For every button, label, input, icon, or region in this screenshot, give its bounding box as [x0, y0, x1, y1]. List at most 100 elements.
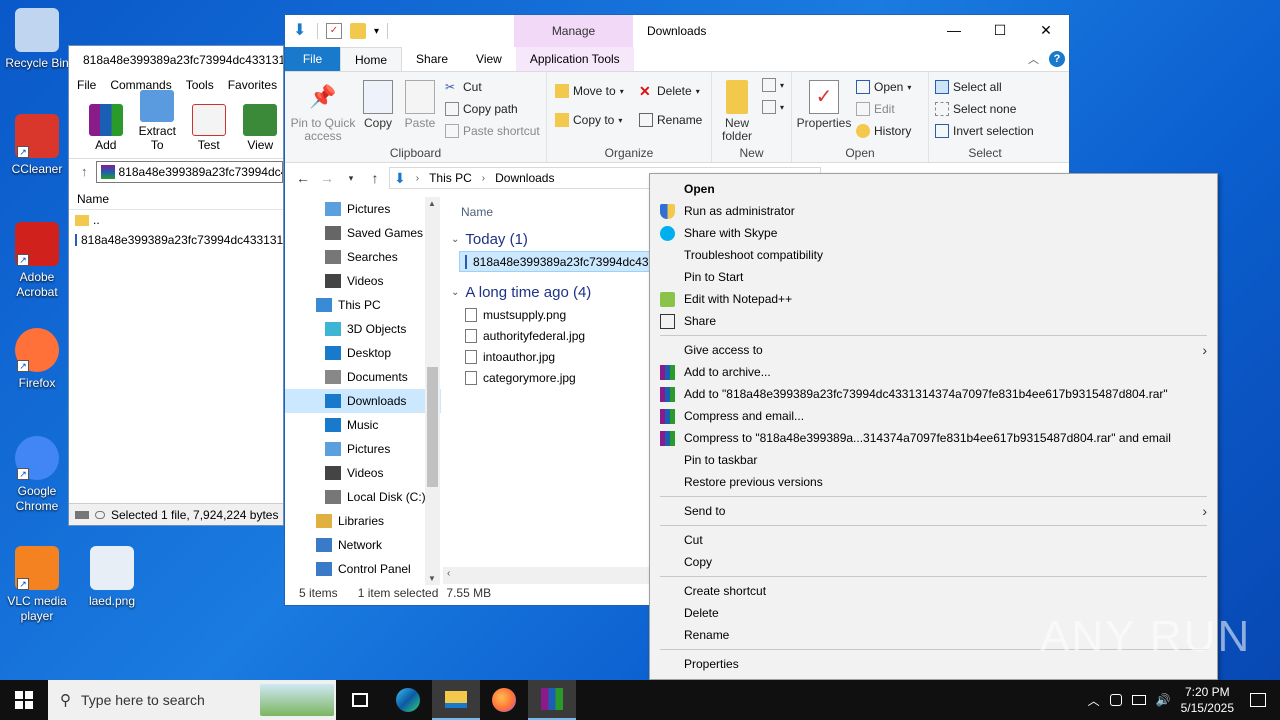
- group-header-today[interactable]: ⌄ Today (1): [443, 227, 653, 251]
- menu-item-edit-with-notepad[interactable]: Edit with Notepad++: [650, 288, 1217, 310]
- up-arrow-icon[interactable]: ↑: [81, 164, 88, 179]
- nav-item-control-panel[interactable]: Control Panel: [285, 557, 441, 581]
- scroll-up-icon[interactable]: ▲: [428, 199, 436, 208]
- pin-quick-access-button[interactable]: 📌 Pin to Quick access: [289, 80, 357, 143]
- breadcrumb-this-pc[interactable]: This PC: [429, 171, 472, 185]
- menu-item-cut[interactable]: Cut: [650, 529, 1217, 551]
- down-arrow-icon[interactable]: ⬇: [293, 23, 309, 39]
- nav-item-network[interactable]: Network: [285, 533, 441, 557]
- help-icon[interactable]: ?: [1049, 51, 1065, 67]
- breadcrumb-downloads[interactable]: Downloads: [495, 171, 554, 185]
- minimize-button[interactable]: —: [931, 15, 977, 45]
- list-item[interactable]: ..: [69, 210, 283, 230]
- select-all-button[interactable]: Select all: [935, 80, 1002, 94]
- select-none-button[interactable]: Select none: [935, 102, 1016, 116]
- recent-locations-icon[interactable]: ▾: [339, 173, 363, 184]
- winrar-window[interactable]: 818a48e399389a23fc73994dc4331314374a7097…: [68, 45, 284, 526]
- menu-item-give-access-to[interactable]: Give access to ›: [650, 339, 1217, 361]
- task-view-button[interactable]: [336, 680, 384, 720]
- winrar-view-button[interactable]: View: [238, 104, 284, 152]
- table-row[interactable]: mustsupply.png: [443, 304, 653, 325]
- tab-file[interactable]: File: [285, 47, 340, 71]
- cut-button[interactable]: ✂ Cut: [445, 80, 482, 94]
- new-folder-button[interactable]: New folder: [716, 80, 758, 143]
- taskbar-winrar[interactable]: [528, 680, 576, 720]
- winrar-column-header[interactable]: Name: [69, 188, 283, 210]
- taskbar-firefox[interactable]: [480, 680, 528, 720]
- copy-to-button[interactable]: Copy to ▾: [555, 113, 622, 127]
- easy-access-button[interactable]: ▾: [762, 100, 784, 114]
- move-to-button[interactable]: Move to ▾: [555, 84, 624, 98]
- menu-item-copy[interactable]: Copy: [650, 551, 1217, 573]
- winrar-path-box[interactable]: 818a48e399389a23fc73994dc4331314374a7097…: [95, 160, 283, 183]
- manage-contextual-tab[interactable]: Manage: [514, 15, 633, 47]
- delete-button[interactable]: ✕ Delete ▾: [639, 84, 700, 98]
- desktop-icon[interactable]: ↗ Firefox: [0, 328, 74, 391]
- tab-application-tools[interactable]: Application Tools: [515, 47, 634, 71]
- paste-button[interactable]: Paste: [401, 80, 439, 130]
- qat-dropdown-icon[interactable]: ▾: [374, 26, 379, 37]
- taskbar-file-explorer[interactable]: [432, 680, 480, 720]
- desktop-icon[interactable]: Recycle Bin: [0, 8, 74, 71]
- menu-item-troubleshoot-compatibility[interactable]: Troubleshoot compatibility: [650, 244, 1217, 266]
- device-icon[interactable]: [1109, 694, 1122, 706]
- new-item-button[interactable]: ▾: [762, 78, 784, 92]
- taskbar-search[interactable]: ⚲ Type here to search: [48, 680, 336, 720]
- menu-item-restore-previous-versions[interactable]: Restore previous versions: [650, 471, 1217, 493]
- rename-button[interactable]: Rename: [639, 113, 702, 127]
- column-header-name[interactable]: Name: [443, 197, 653, 227]
- winrar-menu-file[interactable]: File: [77, 78, 96, 92]
- desktop-icon[interactable]: ↗ Google Chrome: [0, 436, 74, 514]
- group-header-older[interactable]: ⌄ A long time ago (4): [443, 280, 653, 304]
- volume-icon[interactable]: 🔊: [1156, 693, 1171, 707]
- nav-item-documents[interactable]: Documents: [285, 365, 441, 389]
- maximize-button[interactable]: ☐: [977, 15, 1023, 45]
- copy-path-button[interactable]: Copy path: [445, 102, 518, 116]
- back-arrow-icon[interactable]: ←: [291, 170, 315, 186]
- nav-item-downloads[interactable]: Downloads: [285, 389, 441, 413]
- menu-item-add-to-archive[interactable]: Add to "818a48e399389a23fc73994dc4331314…: [650, 383, 1217, 405]
- nav-item-saved-games[interactable]: Saved Games: [285, 221, 441, 245]
- nav-item-libraries[interactable]: Libraries: [285, 509, 441, 533]
- nav-scrollbar[interactable]: ▲ ▼: [425, 197, 440, 585]
- clock[interactable]: 7:20 PM 5/15/2025: [1181, 684, 1234, 716]
- nav-item-music[interactable]: Music: [285, 413, 441, 437]
- nav-item-videos[interactable]: Videos: [285, 269, 441, 293]
- nav-item-3d-objects[interactable]: 3D Objects: [285, 317, 441, 341]
- copy-button[interactable]: Copy: [359, 80, 397, 130]
- close-button[interactable]: ✕: [1023, 15, 1069, 45]
- properties-button[interactable]: ✓ Properties: [796, 80, 852, 130]
- history-button[interactable]: History: [856, 124, 911, 138]
- menu-item-pin-to-start[interactable]: Pin to Start: [650, 266, 1217, 288]
- up-arrow-icon[interactable]: ↑: [363, 170, 387, 186]
- list-item[interactable]: 818a48e399389a23fc73994dc4331314374a7097…: [69, 230, 283, 250]
- menu-item-send-to[interactable]: Send to ›: [650, 500, 1217, 522]
- desktop-icon[interactable]: ↗ CCleaner: [0, 114, 74, 177]
- paste-shortcut-button[interactable]: Paste shortcut: [445, 124, 540, 138]
- menu-item-share[interactable]: Share: [650, 310, 1217, 332]
- open-button[interactable]: Open ▾: [856, 80, 911, 94]
- menu-item-share-with-skype[interactable]: Share with Skype: [650, 222, 1217, 244]
- nav-item-pictures[interactable]: Pictures: [285, 197, 441, 221]
- menu-item-add-to-archive[interactable]: Add to archive...: [650, 361, 1217, 383]
- winrar-title-bar[interactable]: 818a48e399389a23fc73994dc4331314374a7097…: [69, 46, 283, 74]
- invert-selection-button[interactable]: Invert selection: [935, 124, 1034, 138]
- notifications-icon[interactable]: [1250, 693, 1266, 707]
- menu-item-open[interactable]: Open: [650, 178, 1217, 200]
- desktop-icon[interactable]: laed.png: [75, 546, 149, 609]
- winrar-add-button[interactable]: Add: [83, 104, 129, 152]
- properties-check-icon[interactable]: ✓: [326, 23, 342, 39]
- desktop-icon[interactable]: ↗ Adobe Acrobat: [0, 222, 74, 300]
- nav-scroll-thumb[interactable]: [427, 367, 438, 487]
- network-icon[interactable]: [1131, 695, 1146, 705]
- winrar-menu-favorites[interactable]: Favorites: [228, 78, 277, 92]
- table-row[interactable]: categorymore.jpg: [443, 367, 653, 388]
- nav-item-this-pc[interactable]: This PC: [285, 293, 441, 317]
- tab-share[interactable]: Share: [402, 47, 462, 71]
- nav-item-desktop[interactable]: Desktop: [285, 341, 441, 365]
- winrar-menu-tools[interactable]: Tools: [186, 78, 214, 92]
- scroll-left-icon[interactable]: ‹: [447, 568, 450, 579]
- nav-item-local-disk-c[interactable]: Local Disk (C:): [285, 485, 441, 509]
- table-row[interactable]: intoauthor.jpg: [443, 346, 653, 367]
- nav-item-searches[interactable]: Searches: [285, 245, 441, 269]
